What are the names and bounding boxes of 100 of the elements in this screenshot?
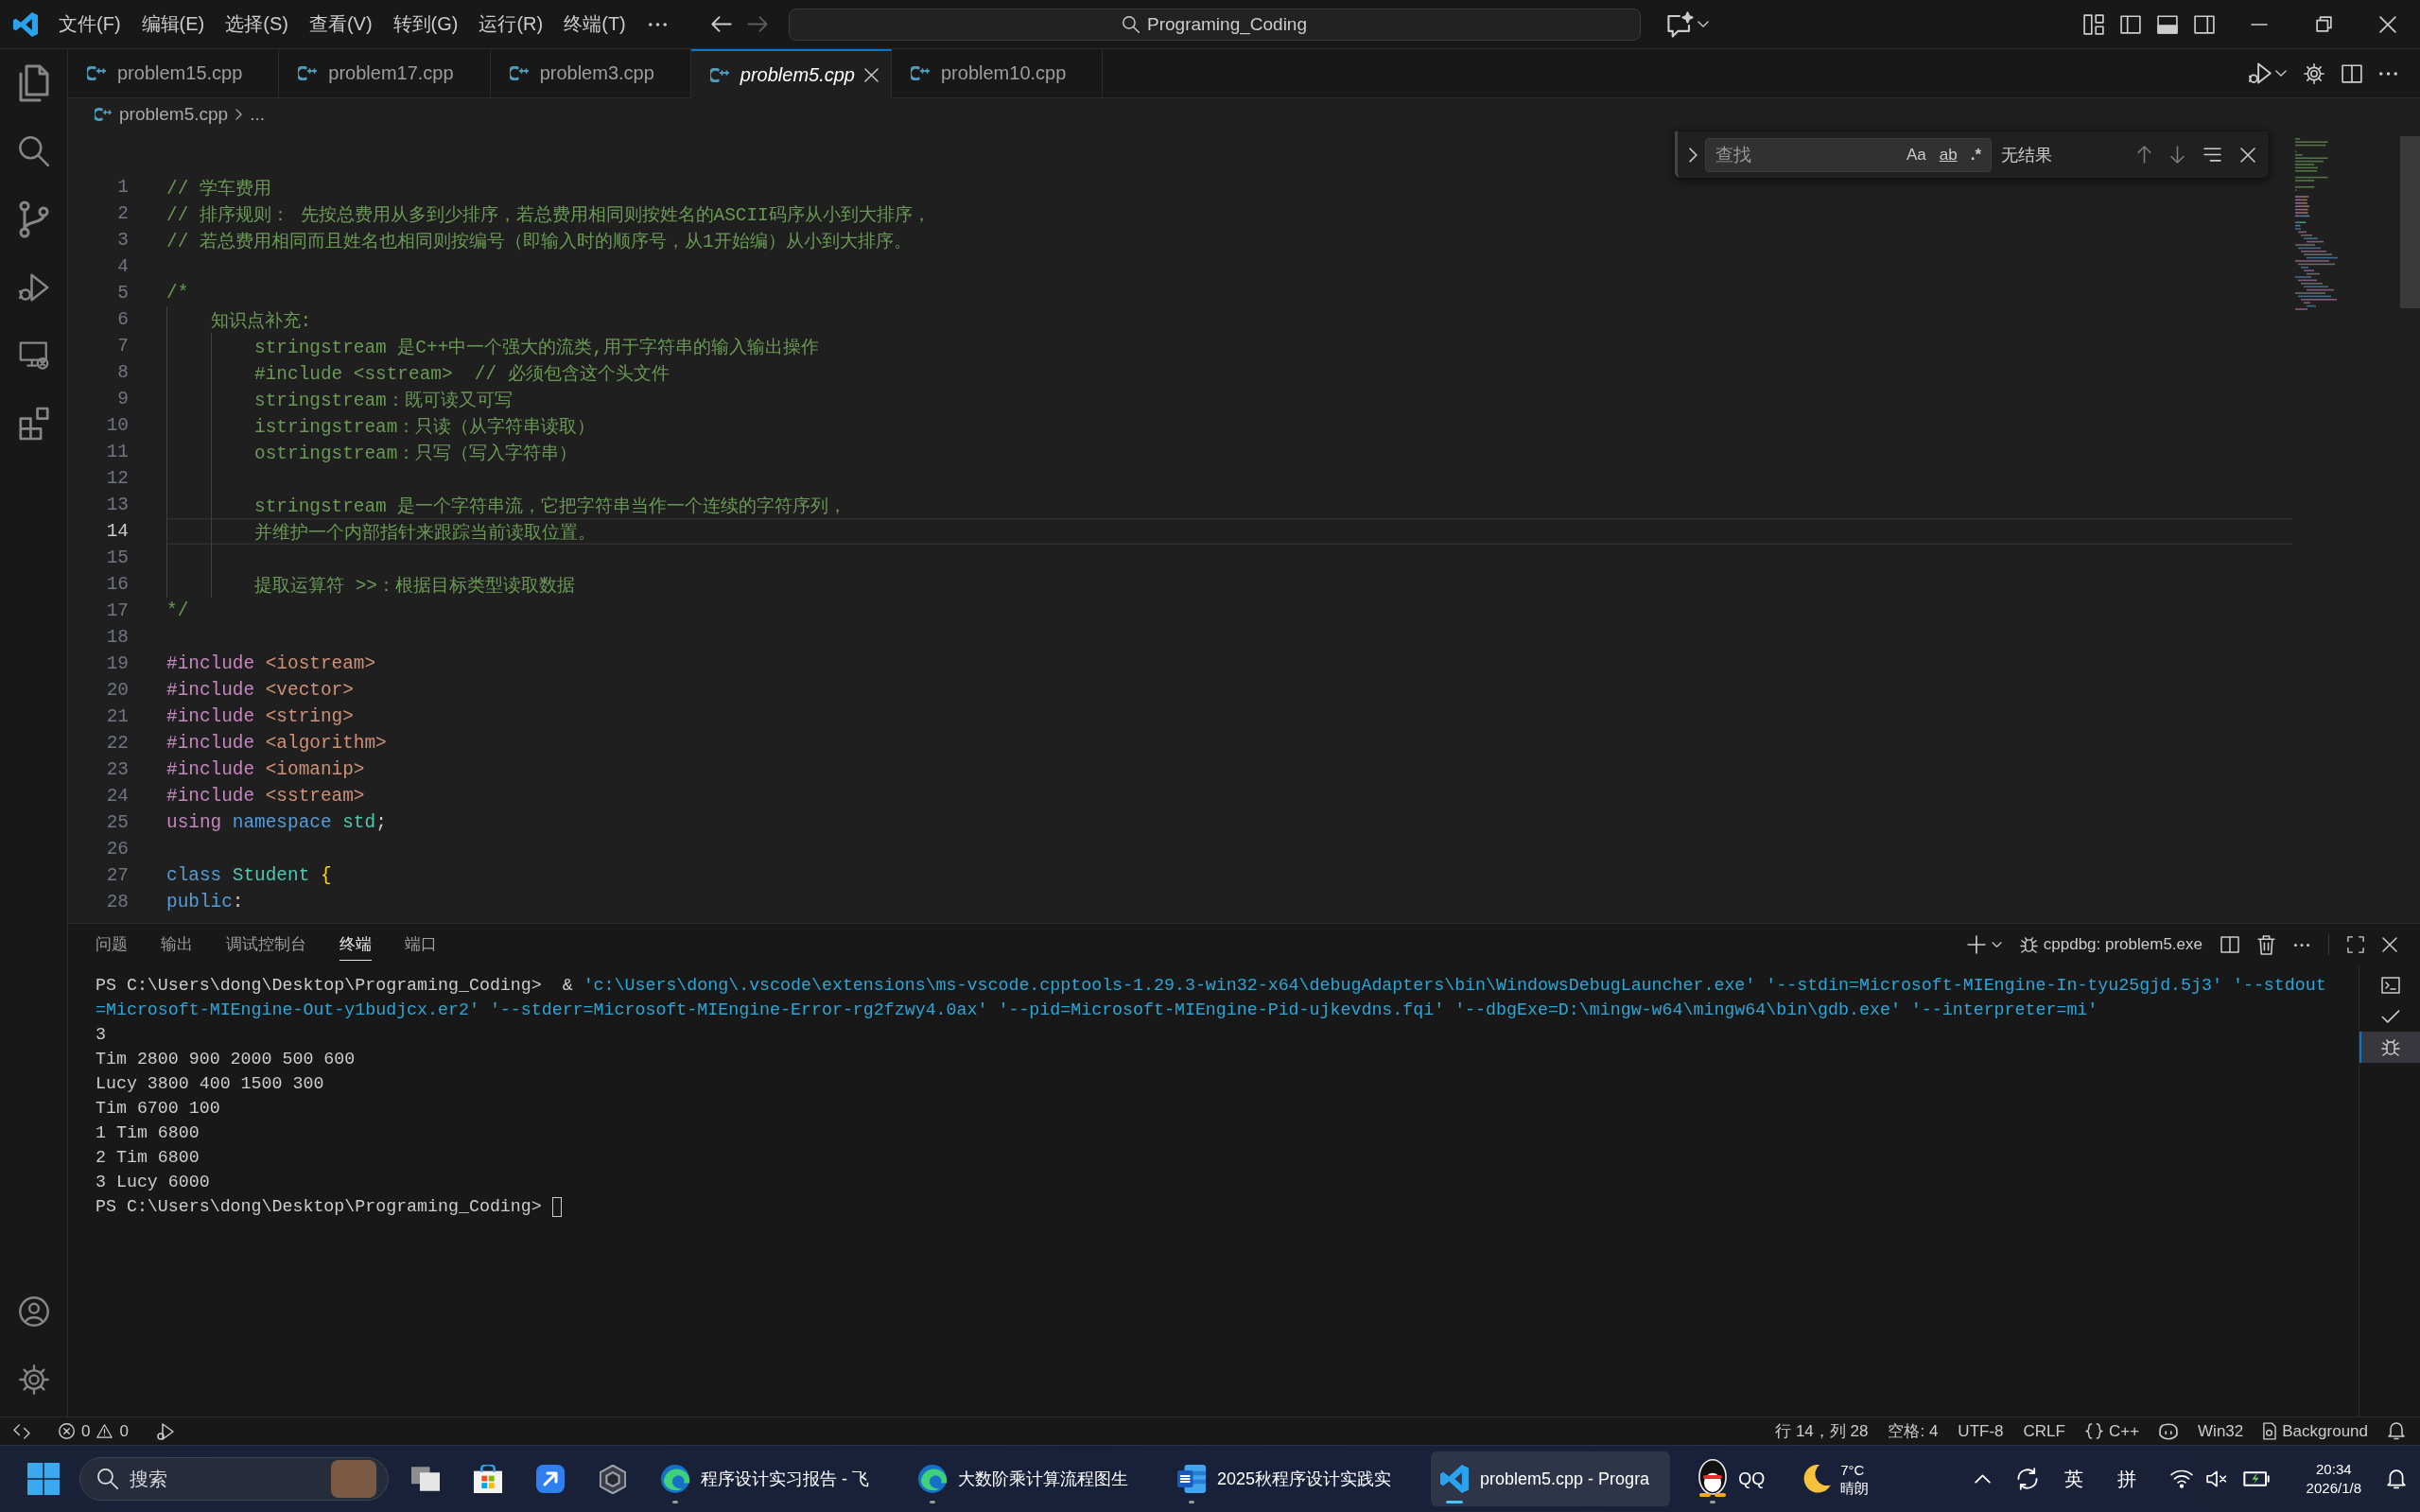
close-icon[interactable] xyxy=(2240,147,2255,163)
platform[interactable]: Win32 xyxy=(2198,1421,2244,1441)
find-in-selection-icon[interactable] xyxy=(2203,148,2221,162)
menu-item[interactable]: 编辑(E) xyxy=(141,11,205,37)
task-view-icon[interactable] xyxy=(411,1467,440,1491)
input-method-indicator[interactable]: 拼 xyxy=(2116,1466,2136,1492)
hexagon-app-icon[interactable] xyxy=(600,1464,626,1494)
document-icon[interactable] xyxy=(2263,1422,2277,1440)
whole-word-toggle[interactable]: ab xyxy=(1935,143,1961,166)
encoding[interactable]: UTF-8 xyxy=(1958,1421,2004,1441)
trash-icon[interactable] xyxy=(2257,934,2275,955)
editor-tab[interactable]: problem5.cpp xyxy=(690,49,892,98)
layout-icon[interactable] xyxy=(2083,13,2104,35)
arrow-down-icon[interactable] xyxy=(2170,146,2185,164)
taskbar-window[interactable]: QQ xyxy=(1689,1451,1786,1506)
menu-item[interactable]: 选择(S) xyxy=(225,11,288,37)
back-arrow-icon[interactable] xyxy=(711,16,732,32)
braces-icon[interactable] xyxy=(2084,1423,2103,1439)
menu-item[interactable]: 运行(R) xyxy=(479,11,544,37)
bug-icon[interactable] xyxy=(2381,1038,2400,1056)
more-icon[interactable] xyxy=(2293,943,2310,947)
input-method-indicator[interactable]: 英 xyxy=(2063,1466,2083,1492)
account-icon[interactable] xyxy=(18,1296,49,1327)
run-debug-icon[interactable] xyxy=(2249,62,2272,84)
weather-temperature[interactable]: 7°C xyxy=(1840,1461,1870,1479)
maximize-icon[interactable] xyxy=(2347,936,2364,953)
menu-item[interactable]: 终端(T) xyxy=(564,11,626,37)
weather-condition[interactable]: 晴朗 xyxy=(1840,1479,1870,1497)
robot-face-icon[interactable] xyxy=(2159,1422,2179,1440)
remote-explorer-icon[interactable] xyxy=(18,341,49,370)
more-icon[interactable] xyxy=(2379,71,2397,76)
warning-icon[interactable] xyxy=(96,1424,113,1438)
menu-item[interactable]: 查看(V) xyxy=(308,11,373,37)
secondary-sidebar-icon[interactable] xyxy=(2194,14,2215,34)
terminal-tab[interactable] xyxy=(2359,1032,2420,1063)
editor-tab[interactable]: problem3.cpp xyxy=(490,49,691,97)
explorer-icon[interactable] xyxy=(18,64,49,102)
bell-icon[interactable] xyxy=(2388,1422,2405,1440)
scrollbar-thumb[interactable] xyxy=(2400,136,2420,308)
cursor-position[interactable]: 行 14，列 28 xyxy=(1775,1420,1869,1442)
split-icon[interactable] xyxy=(2220,936,2239,953)
panel-tab[interactable]: 终端 xyxy=(339,929,372,961)
panel-toggle-icon[interactable] xyxy=(2157,14,2178,34)
close-icon[interactable] xyxy=(2379,15,2396,33)
terminal-selector[interactable]: cppdbg: problem5.exe xyxy=(2019,935,2202,954)
close-icon[interactable] xyxy=(2382,937,2397,952)
caret-icon[interactable] xyxy=(1991,942,2002,947)
restore-icon[interactable] xyxy=(2315,16,2332,32)
taskbar-window[interactable]: problem5.cpp - Progra xyxy=(1431,1451,1671,1506)
editor-tab[interactable]: problem15.cpp xyxy=(68,49,280,97)
breadcrumb-item[interactable]: ... xyxy=(250,104,265,125)
moon-icon[interactable] xyxy=(1802,1465,1832,1493)
chat-sparkle-icon[interactable] xyxy=(1667,10,1694,38)
match-case-toggle[interactable]: Aa xyxy=(1902,143,1930,166)
taskbar-window[interactable]: 程序设计实习报告 - 飞 xyxy=(652,1451,890,1506)
speaker-muted-icon[interactable] xyxy=(2205,1470,2227,1487)
menu-item[interactable]: 转到(G) xyxy=(392,11,459,37)
more-icon[interactable] xyxy=(648,22,667,26)
clock-date[interactable]: 2026/1/8 xyxy=(2306,1479,2361,1498)
battery-icon[interactable] xyxy=(2242,1471,2270,1486)
chevron-up-icon[interactable] xyxy=(1974,1474,1991,1484)
search-icon[interactable] xyxy=(18,136,49,166)
panel-tab[interactable]: 问题 xyxy=(96,929,128,961)
start-icon[interactable] xyxy=(27,1463,60,1495)
error-count[interactable]: 0 xyxy=(81,1421,91,1441)
store-icon[interactable] xyxy=(474,1465,502,1493)
arrow-app-icon[interactable] xyxy=(536,1465,565,1493)
menu-item[interactable]: 文件(F) xyxy=(59,11,121,37)
check-icon[interactable] xyxy=(2381,1009,2400,1023)
plus-icon[interactable] xyxy=(1966,935,1986,954)
caret-icon[interactable] xyxy=(2275,70,2287,77)
terminal-icon[interactable] xyxy=(2381,976,2400,994)
clock-time[interactable]: 20:34 xyxy=(2316,1460,2352,1479)
indentation-setting[interactable]: 空格: 4 xyxy=(1888,1420,1939,1442)
panel-tab[interactable]: 输出 xyxy=(161,929,193,961)
warning-count[interactable]: 0 xyxy=(119,1421,129,1441)
background-task[interactable]: Background xyxy=(2282,1421,2368,1441)
find-input[interactable]: 查找 Aa ab .* xyxy=(1705,137,1992,172)
sync-icon[interactable] xyxy=(2016,1468,2038,1490)
taskbar-window[interactable]: 大数阶乘计算流程图生 xyxy=(909,1451,1149,1506)
run-debug-icon[interactable] xyxy=(156,1422,174,1440)
chevron-right-icon[interactable] xyxy=(1689,147,1697,163)
editor-tab[interactable]: problem10.cpp xyxy=(892,49,1104,97)
chevrons-icon[interactable] xyxy=(13,1423,30,1439)
extensions-icon[interactable] xyxy=(18,407,49,441)
editor-tab[interactable]: problem17.cpp xyxy=(279,49,491,97)
arrow-up-icon[interactable] xyxy=(2137,146,2151,164)
gear-icon[interactable] xyxy=(2304,62,2324,84)
caret-icon[interactable] xyxy=(1697,21,1709,27)
error-icon[interactable] xyxy=(59,1423,75,1439)
split-editor-icon[interactable] xyxy=(2342,63,2362,83)
run-debug-icon[interactable] xyxy=(18,273,49,302)
wifi-icon[interactable] xyxy=(2169,1469,2193,1488)
close-icon[interactable] xyxy=(864,67,879,82)
panel-tab[interactable]: 端口 xyxy=(405,929,437,961)
language-mode[interactable]: C++ xyxy=(2108,1421,2140,1441)
panel-tab[interactable]: 调试控制台 xyxy=(226,929,306,961)
sidebar-toggle-icon[interactable] xyxy=(2120,14,2141,34)
source-control-icon[interactable] xyxy=(18,200,49,238)
taskbar-window[interactable]: 2025秋程序设计实践实 xyxy=(1168,1451,1413,1506)
